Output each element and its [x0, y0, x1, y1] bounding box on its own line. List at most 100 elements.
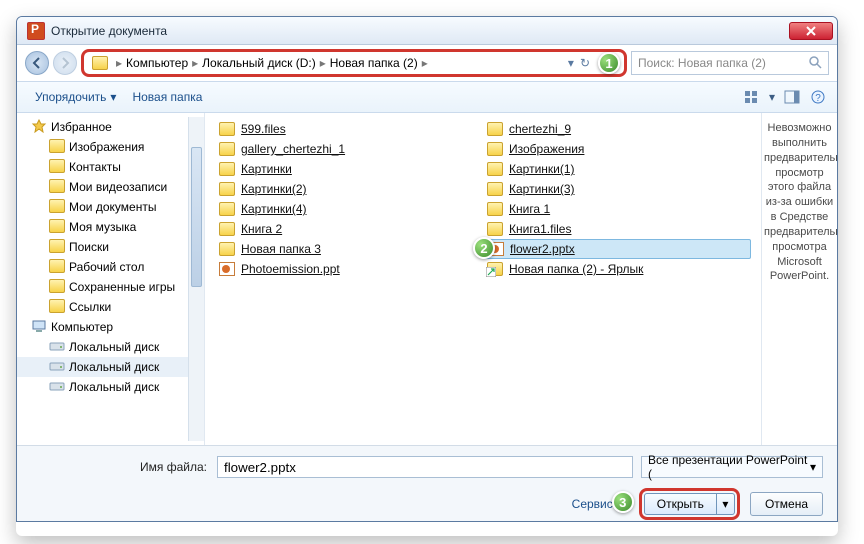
back-icon: [31, 57, 43, 69]
tree-item-label: Локальный диск: [69, 340, 159, 354]
tree-item[interactable]: Ссылки: [17, 297, 204, 317]
chevron-down-icon[interactable]: ▾: [769, 90, 775, 104]
scroll-thumb[interactable]: [191, 147, 202, 287]
new-folder-button[interactable]: Новая папка: [124, 86, 210, 108]
folder-icon: [219, 222, 235, 236]
file-name: 599.files: [241, 122, 286, 136]
tree-item-label: Моя музыка: [69, 220, 136, 234]
close-button[interactable]: [789, 22, 833, 40]
window-title: Открытие документа: [51, 24, 167, 38]
file-item[interactable]: Картинки(4): [215, 199, 483, 219]
tree-item-label: Избранное: [51, 120, 112, 134]
file-type-filter[interactable]: Все презентации PowerPoint ( ▾: [641, 456, 823, 478]
tree-item[interactable]: Изображения: [17, 137, 204, 157]
tree-item[interactable]: Локальный диск: [17, 377, 204, 397]
search-icon: [808, 55, 822, 72]
file-item[interactable]: Новая папка 3: [215, 239, 483, 259]
file-item[interactable]: Книга 2: [215, 219, 483, 239]
file-item[interactable]: Изображения: [483, 139, 751, 159]
back-button[interactable]: [25, 51, 49, 75]
drive-icon: [49, 359, 65, 376]
search-input[interactable]: Поиск: Новая папка (2): [631, 51, 829, 75]
tree-item[interactable]: Контакты: [17, 157, 204, 177]
tree-item[interactable]: Локальный диск: [17, 357, 204, 377]
file-item[interactable]: Картинки(2): [215, 179, 483, 199]
file-item[interactable]: gallery_chertezhi_1: [215, 139, 483, 159]
open-button-highlight: 3 Открыть ▾: [639, 488, 740, 520]
folder-icon: [219, 142, 235, 156]
tree-item-label: Сохраненные игры: [69, 280, 175, 294]
tree-item-label: Контакты: [69, 160, 121, 174]
open-button[interactable]: Открыть: [644, 493, 717, 515]
file-item[interactable]: flower2.pptx: [483, 239, 751, 259]
chevron-down-icon: ▾: [110, 90, 116, 104]
crumb-computer[interactable]: Компьютер: [126, 56, 188, 70]
tree-item[interactable]: Локальный диск: [17, 337, 204, 357]
file-item[interactable]: Картинки(3): [483, 179, 751, 199]
folder-icon: [219, 162, 235, 176]
tree-item-label: Поиски: [69, 240, 109, 254]
crumb-drive[interactable]: Локальный диск (D:): [202, 56, 316, 70]
preview-message: Невозможно выполнить предварительный про…: [764, 122, 838, 282]
tree-item[interactable]: Мои видеозаписи: [17, 177, 204, 197]
file-name: Картинки(1): [509, 162, 575, 176]
preview-pane: Невозможно выполнить предварительный про…: [761, 113, 837, 445]
file-item[interactable]: Новая папка (2) - Ярлык: [483, 259, 751, 279]
folder-icon: [219, 122, 235, 136]
file-name: Новая папка (2) - Ярлык: [509, 262, 643, 276]
nav-tree: Избранное Изображения Контакты Мои видеозап…: [17, 113, 205, 445]
toolbar: Упорядочить ▾ Новая папка ▾ ?: [17, 81, 837, 113]
folder-icon: [49, 279, 65, 296]
file-name: gallery_chertezhi_1: [241, 142, 345, 156]
file-item[interactable]: Картинки(1): [483, 159, 751, 179]
preview-pane-button[interactable]: [783, 88, 801, 106]
tree-item[interactable]: Сохраненные игры: [17, 277, 204, 297]
refresh-icon[interactable]: ↻: [580, 56, 590, 70]
tree-item[interactable]: Поиски: [17, 237, 204, 257]
forward-button[interactable]: [53, 51, 77, 75]
tree-item[interactable]: Моя музыка: [17, 217, 204, 237]
file-item[interactable]: Photoemission.ppt: [215, 259, 483, 279]
file-item[interactable]: chertezhi_9: [483, 119, 751, 139]
file-name: Книга 1: [509, 202, 550, 216]
address-bar[interactable]: ▸ Компьютер ▸ Локальный диск (D:) ▸ Нова…: [81, 49, 627, 77]
file-item[interactable]: Картинки: [215, 159, 483, 179]
chevron-down-icon: ▾: [810, 460, 816, 474]
cancel-button[interactable]: Отмена: [750, 492, 823, 516]
help-button[interactable]: ?: [809, 88, 827, 106]
folder-icon: [219, 202, 235, 216]
folder-icon: [49, 299, 65, 316]
tree-item[interactable]: Мои документы: [17, 197, 204, 217]
file-item[interactable]: Книга 1: [483, 199, 751, 219]
star-icon: [31, 119, 47, 136]
folder-icon: [49, 219, 65, 236]
drive-icon: [49, 339, 65, 356]
filename-input[interactable]: [217, 456, 633, 478]
file-list[interactable]: 599.filesgallery_chertezhi_1КартинкиКарт…: [205, 113, 761, 445]
open-file-dialog: Открытие документа ▸ Компьютер ▸ Локальн…: [16, 16, 838, 522]
organize-menu[interactable]: Упорядочить ▾: [27, 86, 124, 108]
open-split-button[interactable]: ▾: [717, 493, 735, 515]
folder-icon: [92, 56, 108, 70]
tree-item[interactable]: Избранное: [17, 117, 204, 137]
filename-label: Имя файла:: [31, 460, 217, 474]
file-item[interactable]: Книга1.files: [483, 219, 751, 239]
callout-3: 3: [612, 491, 634, 513]
folder-icon: [487, 202, 503, 216]
crumb-sep: ▸: [116, 56, 122, 70]
tree-scrollbar[interactable]: [188, 117, 204, 441]
folder-icon: [49, 239, 65, 256]
tree-item-label: Изображения: [69, 140, 144, 154]
search-placeholder: Поиск: Новая папка (2): [638, 56, 766, 70]
computer-icon: [31, 319, 47, 336]
folder-icon: [49, 159, 65, 176]
chevron-down-icon[interactable]: ▾: [568, 56, 574, 70]
crumb-folder[interactable]: Новая папка (2): [330, 56, 418, 70]
tree-item-label: Мои видеозаписи: [69, 180, 167, 194]
folder-icon: [219, 242, 235, 256]
tree-item[interactable]: Рабочий стол: [17, 257, 204, 277]
folder-icon: [487, 142, 503, 156]
tree-item[interactable]: Компьютер: [17, 317, 204, 337]
file-item[interactable]: 599.files: [215, 119, 483, 139]
view-mode-button[interactable]: [743, 88, 761, 106]
